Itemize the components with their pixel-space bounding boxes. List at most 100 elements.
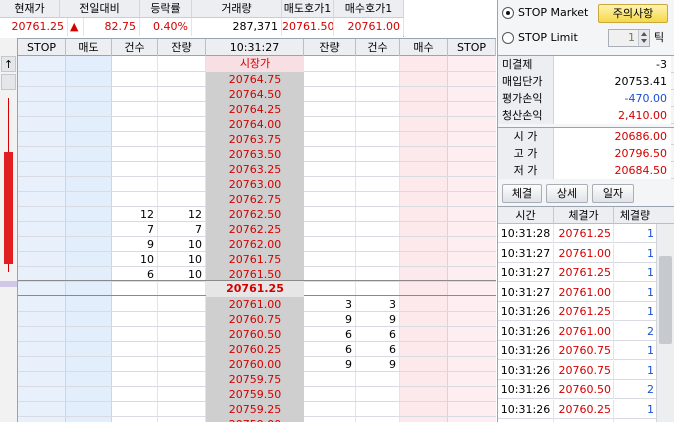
- trade-list[interactable]: 10:31:28 20761.25 1 10:31:27 20761.00 1 10:31:…: [498, 224, 656, 422]
- bid-row[interactable]: 20759.25: [18, 402, 496, 417]
- trade-row[interactable]: 10:31:27 20761.00 1: [498, 243, 656, 263]
- trade-row[interactable]: 10:31:26 20761.00 2: [498, 321, 656, 341]
- tab-fills[interactable]: 체결: [502, 184, 542, 203]
- ask-price[interactable]: 20762.00: [206, 237, 304, 252]
- ask-row[interactable]: 20763.00: [18, 177, 496, 192]
- change-rate: 0.40%: [140, 18, 192, 36]
- trade-time: 10:31:26: [498, 360, 554, 380]
- trade-qty: 2: [647, 324, 654, 338]
- ohlc-row: 저 가 20684.50: [498, 162, 674, 179]
- candle-body: [4, 152, 13, 264]
- ask-row[interactable]: 20764.50: [18, 87, 496, 102]
- trade-row[interactable]: 10:31:26 20761.25 1: [498, 302, 656, 321]
- bid-price[interactable]: 20760.00: [206, 357, 304, 372]
- bid-row[interactable]: 20759.75: [18, 372, 496, 387]
- stop-limit-label[interactable]: STOP Limit: [518, 30, 578, 46]
- ask-count: [112, 87, 158, 102]
- trade-col-qty: 체결량: [619, 209, 651, 222]
- trade-qty: 1: [647, 227, 654, 240]
- ask-row[interactable]: 20763.25: [18, 162, 496, 177]
- trade-row[interactable]: 10:31:26 20760.25 1: [498, 399, 656, 419]
- trade-row[interactable]: 10:31:26 20760.50 2: [498, 380, 656, 399]
- market-price-label[interactable]: 시장가: [206, 56, 304, 72]
- bid-row[interactable]: 20760.00 9 9: [18, 357, 496, 372]
- stepper-arrows-icon[interactable]: [638, 30, 649, 46]
- stop-market-label[interactable]: STOP Market: [518, 5, 588, 21]
- tick-stepper[interactable]: 1: [608, 29, 650, 47]
- ask-count: 7: [147, 223, 154, 236]
- trade-row[interactable]: 10:31:27 20761.00 1: [498, 282, 656, 302]
- trade-col-time: 시간: [498, 207, 554, 224]
- position-value: 20753.41: [554, 73, 671, 90]
- trade-scrollbar[interactable]: [656, 224, 674, 422]
- bid-row[interactable]: 20760.25 6 6: [18, 342, 496, 357]
- ask-row[interactable]: 20764.25: [18, 102, 496, 117]
- bid-price[interactable]: 20759.75: [206, 372, 304, 387]
- ask-price[interactable]: 20764.00: [206, 117, 304, 132]
- caution-button[interactable]: 주의사항: [598, 4, 668, 23]
- tab-detail[interactable]: 상세: [546, 184, 588, 203]
- ask-price[interactable]: 20763.25: [206, 162, 304, 177]
- trade-time: 10:31:27: [498, 243, 554, 263]
- ask-row[interactable]: 20763.50: [18, 147, 496, 162]
- bid-qty: 9: [345, 313, 352, 326]
- ask-qty: 10: [188, 238, 202, 251]
- bid-row[interactable]: 20761.00 3 3: [18, 297, 496, 312]
- tab-daily[interactable]: 일자: [592, 184, 634, 203]
- trade-time: 10:31:26: [498, 302, 554, 321]
- col-sell: 매도: [66, 39, 112, 56]
- stop-limit-radio[interactable]: [502, 32, 514, 44]
- ask-count: [112, 117, 158, 132]
- trade-qty: 1: [647, 266, 654, 279]
- stop-market-radio[interactable]: [502, 7, 514, 19]
- ask-price[interactable]: 20762.75: [206, 192, 304, 207]
- bid-row[interactable]: 20760.75 9 9: [18, 312, 496, 327]
- ask-price[interactable]: 20762.50: [206, 207, 304, 222]
- trade-row[interactable]: 10:31:28 20761.25 1: [498, 224, 656, 243]
- bid-price[interactable]: 20761.00: [206, 297, 304, 312]
- scroll-box[interactable]: [1, 74, 16, 90]
- ask-price[interactable]: 20763.00: [206, 177, 304, 192]
- bid-price[interactable]: 20760.25: [206, 342, 304, 357]
- bid-qty: [304, 417, 356, 422]
- scroll-thumb[interactable]: [659, 256, 672, 344]
- bid-price[interactable]: 20760.75: [206, 312, 304, 327]
- ask-price[interactable]: 20764.75: [206, 72, 304, 87]
- ask-row[interactable]: 9 10 20762.00: [18, 237, 496, 252]
- header-ask1: 매도호가1: [282, 0, 334, 18]
- ask-price[interactable]: 20762.25: [206, 222, 304, 237]
- bid-row[interactable]: 20759.00: [18, 417, 496, 422]
- ask-price[interactable]: 20764.25: [206, 102, 304, 117]
- ask-price[interactable]: 20764.50: [206, 87, 304, 102]
- bid-price[interactable]: 20759.25: [206, 402, 304, 417]
- market-price-row[interactable]: 시장가: [18, 56, 496, 72]
- ask-price[interactable]: 20763.50: [206, 147, 304, 162]
- ohlc-label: 저 가: [498, 162, 554, 179]
- ask-row[interactable]: 12 12 20762.50: [18, 207, 496, 222]
- ask-row[interactable]: 20764.00: [18, 117, 496, 132]
- ask-row[interactable]: 20764.75: [18, 72, 496, 87]
- ohlc-label: 고 가: [498, 145, 554, 162]
- bid-row[interactable]: 20760.50 6 6: [18, 327, 496, 342]
- up-arrow-icon[interactable]: ↑: [1, 56, 16, 72]
- trade-row[interactable]: 10:31:26 20760.75 1: [498, 341, 656, 360]
- trade-row[interactable]: 10:31:26 20760.75 1: [498, 360, 656, 380]
- bid-price[interactable]: 20760.50: [206, 327, 304, 342]
- ask-row[interactable]: 7 7 20762.25: [18, 222, 496, 237]
- ask-row[interactable]: 20763.75: [18, 132, 496, 147]
- bid-price[interactable]: 20759.50: [206, 387, 304, 402]
- trade-row[interactable]: 10:31:27 20761.25 1: [498, 263, 656, 282]
- ask-price[interactable]: 20761.75: [206, 252, 304, 267]
- ask-price[interactable]: 20763.75: [206, 132, 304, 147]
- ask-qty: [158, 87, 206, 102]
- bid-price[interactable]: 20759.00: [206, 417, 304, 422]
- ask-count: [112, 102, 158, 117]
- change-value: 82.75: [84, 18, 140, 36]
- bid-row[interactable]: 20759.50: [18, 387, 496, 402]
- trade-qty: 1: [647, 305, 654, 318]
- order-book-grid[interactable]: 시장가 20764.75 20764.50 20764.25 20764.00 2076…: [18, 56, 496, 422]
- ask-row[interactable]: 20762.75: [18, 192, 496, 207]
- tick-value[interactable]: 1: [609, 30, 637, 46]
- ask-row[interactable]: 10 10 20761.75: [18, 252, 496, 267]
- ask-qty: [158, 192, 206, 207]
